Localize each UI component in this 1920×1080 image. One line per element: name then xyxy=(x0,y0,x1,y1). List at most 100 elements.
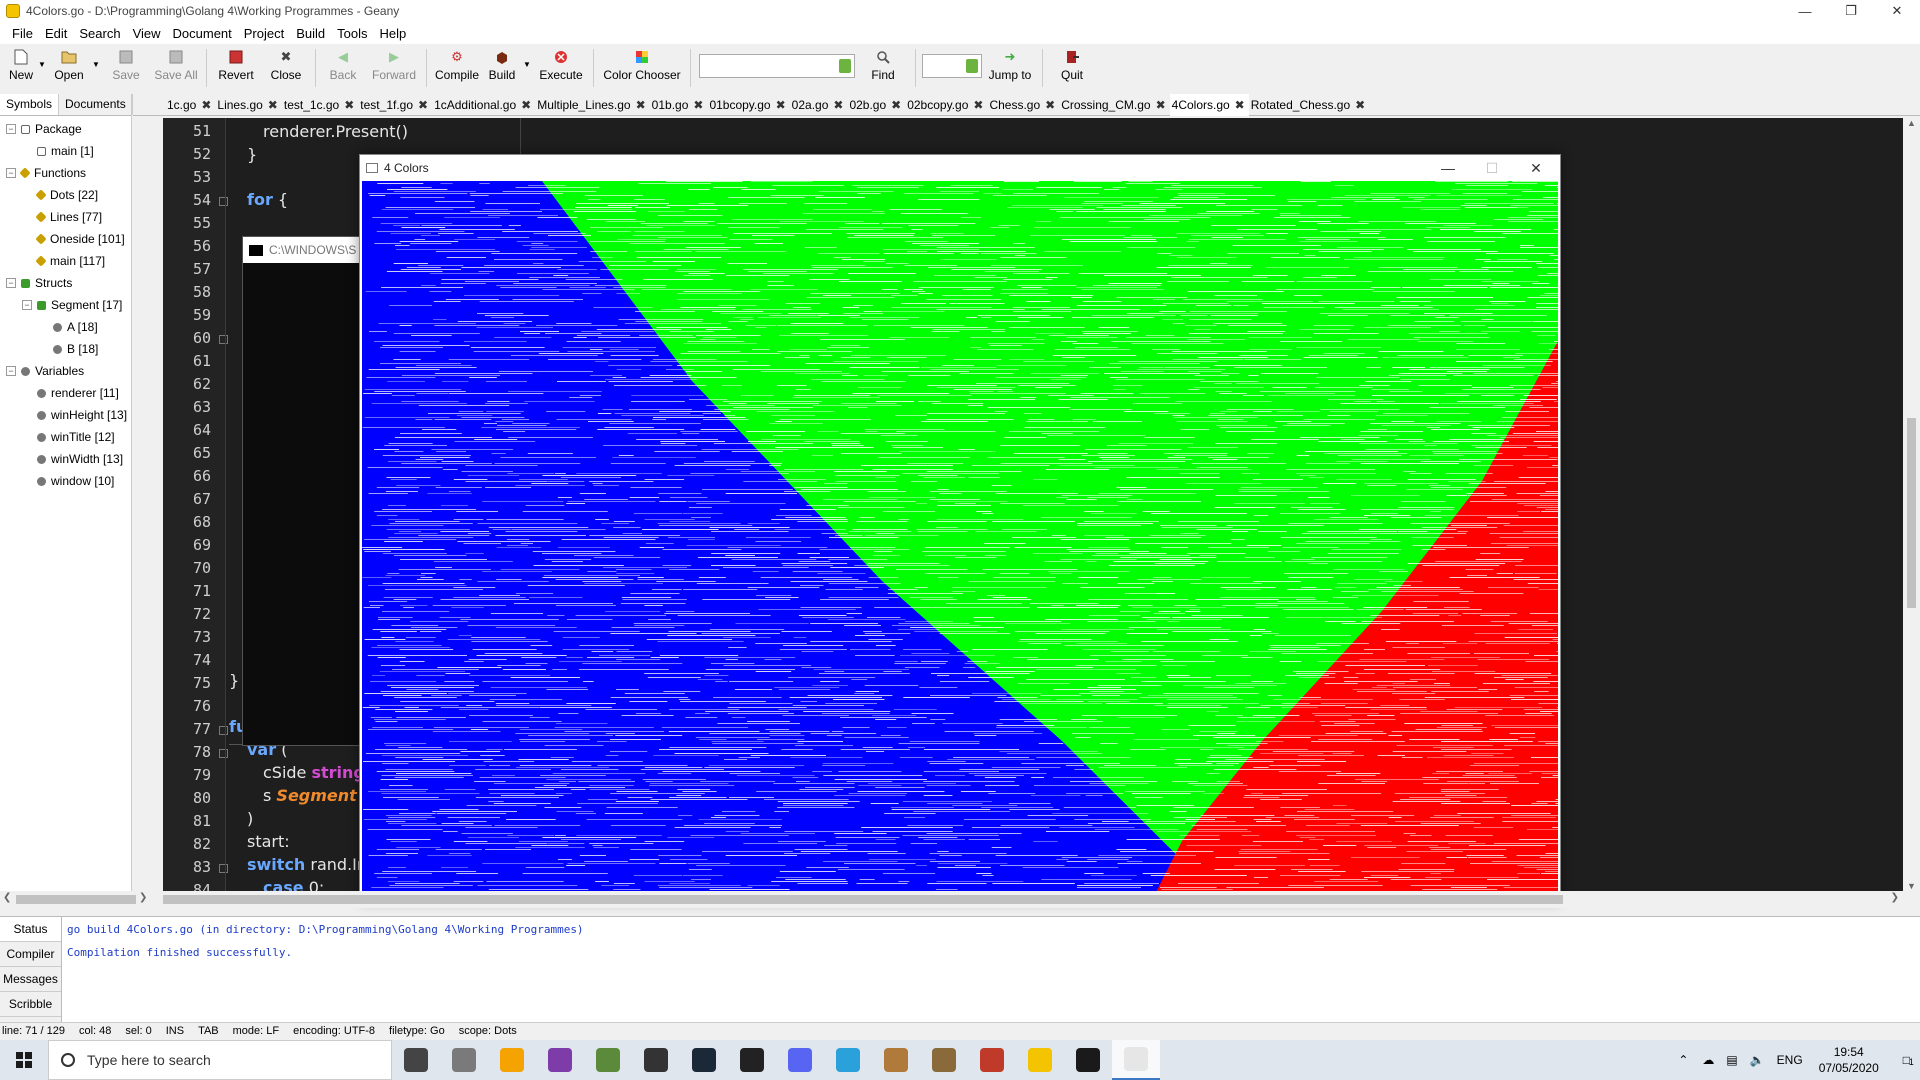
tab-scribble[interactable]: Scribble xyxy=(0,992,61,1017)
build-dropdown-arrow[interactable]: ▼ xyxy=(521,44,533,69)
search-clear-icon[interactable] xyxy=(839,59,851,73)
document-tab[interactable]: 1cAdditional.go ✖ xyxy=(432,94,535,116)
taskbar-app-tor-browser[interactable] xyxy=(536,1040,584,1080)
revert-button[interactable]: Revert xyxy=(211,44,261,92)
collapse-toggle-icon[interactable]: − xyxy=(6,278,16,288)
tab-documents[interactable]: Documents xyxy=(59,94,133,115)
taskbar-app-game-1[interactable] xyxy=(872,1040,920,1080)
scroll-right-icon[interactable]: ❯ xyxy=(1891,892,1899,903)
scroll-left-icon[interactable]: ❮ xyxy=(3,892,11,903)
console-window[interactable]: C:\WINDOWS\S xyxy=(242,236,362,746)
tab-compiler[interactable]: Compiler xyxy=(0,942,61,967)
close-tab-icon[interactable]: ✖ xyxy=(693,98,703,112)
scrollbar-thumb[interactable] xyxy=(1907,418,1916,608)
document-tab[interactable]: Crossing_CM.go ✖ xyxy=(1059,94,1169,116)
document-tab[interactable]: test_1f.go ✖ xyxy=(358,94,432,116)
notification-center-icon[interactable]: □ 1 xyxy=(1903,1053,1914,1067)
fold-marker-icon[interactable] xyxy=(219,335,228,344)
symbol-tree-item[interactable]: Lines [77] xyxy=(0,206,131,228)
compilation-result-message[interactable]: Compilation finished successfully. xyxy=(67,946,292,959)
symbol-tree-item[interactable]: − Segment [17] xyxy=(0,294,131,316)
close-tab-icon[interactable]: ✖ xyxy=(973,98,983,112)
quit-button[interactable]: Quit xyxy=(1047,44,1097,92)
document-tab[interactable]: 02a.go ✖ xyxy=(790,94,848,116)
close-tab-icon[interactable]: ✖ xyxy=(268,98,278,112)
symbol-tree-item[interactable]: winHeight [13] xyxy=(0,404,131,426)
save-button[interactable]: Save xyxy=(102,44,150,92)
build-button[interactable]: Build xyxy=(483,44,521,92)
onedrive-icon[interactable]: ☁ xyxy=(1702,1053,1714,1067)
jump-to-button[interactable]: ➜ Jump to xyxy=(982,44,1038,92)
document-tab[interactable]: 4Colors.go ✖ xyxy=(1169,93,1249,116)
taskbar-app-file-explorer[interactable] xyxy=(440,1040,488,1080)
scroll-up-icon[interactable]: ▲ xyxy=(1907,118,1916,128)
fold-marker-icon[interactable] xyxy=(219,726,228,735)
taskbar-app-discord[interactable] xyxy=(776,1040,824,1080)
forward-button[interactable]: ▶ Forward xyxy=(366,44,422,92)
menu-build[interactable]: Build xyxy=(290,26,331,41)
network-icon[interactable]: ▤ xyxy=(1726,1053,1737,1067)
symbol-tree-item[interactable]: − Package xyxy=(0,118,131,140)
document-tab[interactable]: Rotated_Chess.go ✖ xyxy=(1249,94,1369,116)
close-window-button[interactable]: ✕ xyxy=(1874,0,1920,22)
close-tab-icon[interactable]: ✖ xyxy=(521,98,531,112)
tab-status[interactable]: Status xyxy=(0,917,61,942)
taskbar-search-box[interactable]: Type here to search xyxy=(48,1040,392,1080)
sdl-title-bar[interactable]: 4 Colors xyxy=(360,155,1560,181)
symbol-tree-item[interactable]: B [18] xyxy=(0,338,131,360)
close-tab-icon[interactable]: ✖ xyxy=(1156,98,1166,112)
symbol-tree-item[interactable]: − Variables xyxy=(0,360,131,382)
close-tab-icon[interactable]: ✖ xyxy=(1355,98,1365,112)
close-tab-icon[interactable]: ✖ xyxy=(1235,98,1245,112)
menu-document[interactable]: Document xyxy=(167,26,238,41)
language-indicator[interactable]: ENG xyxy=(1777,1053,1803,1067)
tab-symbols[interactable]: Symbols xyxy=(0,94,60,115)
compile-button[interactable]: ⚙ Compile xyxy=(431,44,483,92)
taskbar-app-game-3[interactable] xyxy=(968,1040,1016,1080)
taskbar-app-steam[interactable] xyxy=(680,1040,728,1080)
taskbar-app-command-prompt[interactable] xyxy=(1064,1040,1112,1080)
scroll-right-icon[interactable]: ❯ xyxy=(139,892,147,903)
taskbar-app-telegram[interactable] xyxy=(824,1040,872,1080)
taskbar-app-chrome-canary[interactable] xyxy=(488,1040,536,1080)
clock[interactable]: 19:54 07/05/2020 xyxy=(1819,1044,1879,1076)
document-tab[interactable]: 01b.go ✖ xyxy=(650,94,708,116)
execute-button[interactable]: Execute xyxy=(533,44,589,92)
sidebar-horizontal-scrollbar[interactable]: ❮ ❯ xyxy=(0,891,150,908)
symbol-tree-item[interactable]: Oneside [101] xyxy=(0,228,131,250)
close-tab-icon[interactable]: ✖ xyxy=(1045,98,1055,112)
minimize-button[interactable]: — xyxy=(1782,0,1828,22)
symbol-tree-item[interactable]: winTitle [12] xyxy=(0,426,131,448)
menu-search[interactable]: Search xyxy=(73,26,126,41)
scroll-down-icon[interactable]: ▼ xyxy=(1907,881,1916,891)
close-file-button[interactable]: ✖ Close xyxy=(261,44,311,92)
symbol-tree-item[interactable]: Dots [22] xyxy=(0,184,131,206)
collapse-toggle-icon[interactable]: − xyxy=(6,168,16,178)
symbol-tree-item[interactable]: − Structs xyxy=(0,272,131,294)
sdl-output-window[interactable]: 4 Colors — ☐ ✕ xyxy=(359,154,1561,901)
symbol-tree-item[interactable]: main [1] xyxy=(0,140,131,162)
close-tab-icon[interactable]: ✖ xyxy=(776,98,786,112)
new-dropdown-arrow[interactable]: ▼ xyxy=(36,44,48,69)
symbol-tree-item[interactable]: winWidth [13] xyxy=(0,448,131,470)
search-input[interactable] xyxy=(699,54,855,78)
editor-horizontal-scrollbar[interactable]: ❯ xyxy=(163,891,1903,908)
fold-marker-icon[interactable] xyxy=(219,749,228,758)
taskbar-app-epic-games[interactable] xyxy=(728,1040,776,1080)
close-tab-icon[interactable]: ✖ xyxy=(636,98,646,112)
menu-project[interactable]: Project xyxy=(238,26,290,41)
document-tab[interactable]: test_1c.go ✖ xyxy=(282,94,358,116)
build-command-message[interactable]: go build 4Colors.go (in directory: D:\Pr… xyxy=(67,923,584,936)
new-button[interactable]: New xyxy=(6,44,36,92)
console-title-bar[interactable]: C:\WINDOWS\S xyxy=(243,237,361,263)
editor-vertical-scrollbar[interactable]: ▲ ▼ xyxy=(1903,118,1920,891)
sdl-minimize-button[interactable]: — xyxy=(1426,155,1470,181)
close-tab-icon[interactable]: ✖ xyxy=(201,98,211,112)
menu-edit[interactable]: Edit xyxy=(39,26,73,41)
document-tab[interactable]: 02bcopy.go ✖ xyxy=(905,94,987,116)
symbol-tree-item[interactable]: main [117] xyxy=(0,250,131,272)
document-tab[interactable]: 02b.go ✖ xyxy=(847,94,905,116)
volume-icon[interactable]: 🔈 xyxy=(1750,1053,1765,1067)
collapse-toggle-icon[interactable]: − xyxy=(22,300,32,310)
symbol-tree-item[interactable]: window [10] xyxy=(0,470,131,492)
